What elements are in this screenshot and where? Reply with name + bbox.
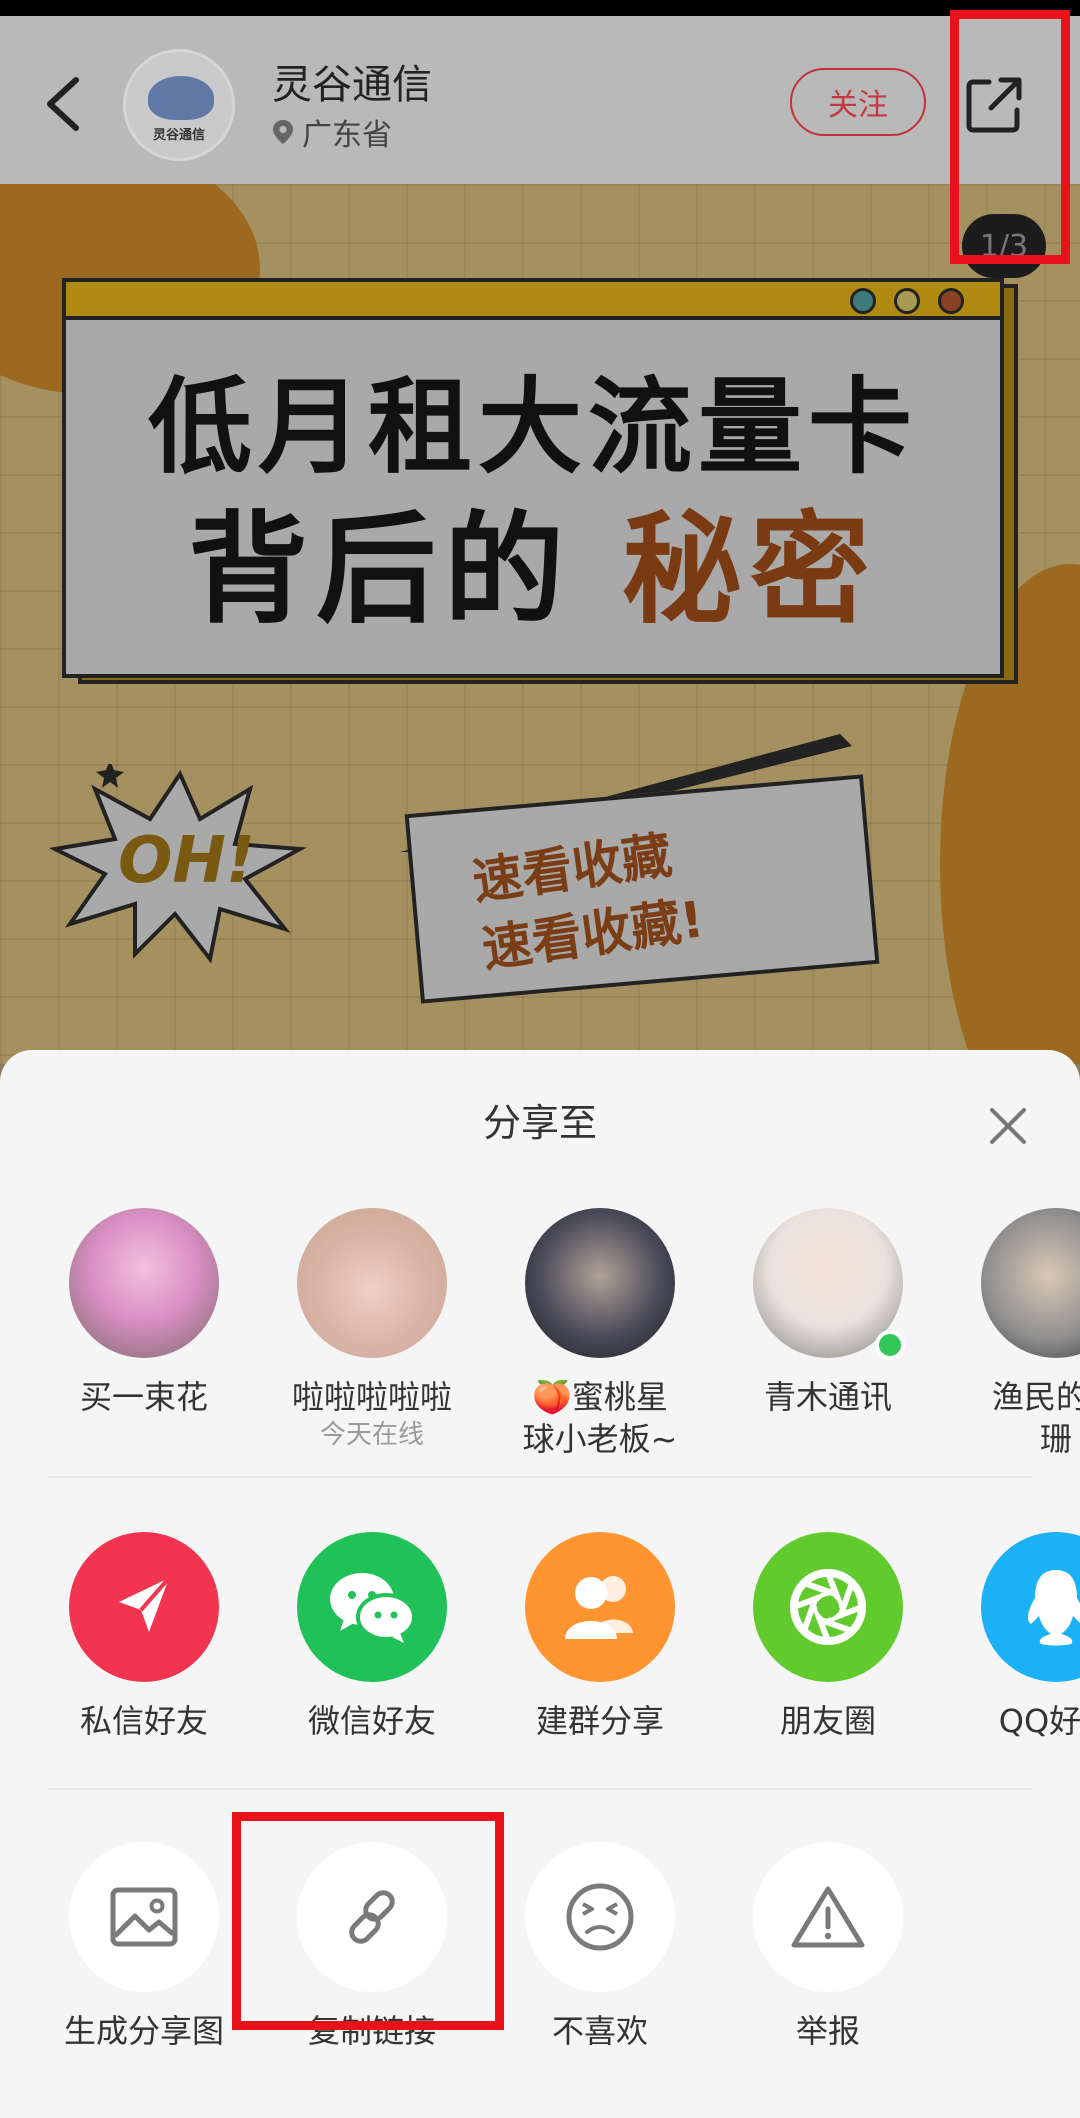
share-app-qq[interactable]: QQ好友: [942, 1532, 1080, 1742]
poster-note-text: 速看收藏 速看收藏!: [468, 818, 708, 984]
share-sheet: 分享至 买一束花 啦啦啦啦啦 今天在线 🍑蜜桃星 球小老板~ 青木通讯 渔民的 …: [0, 1050, 1080, 2118]
poster-title-accent: 秘密: [621, 501, 878, 640]
annotation-highlight-copy-link: [232, 1812, 504, 2030]
online-status-dot: [875, 1330, 905, 1360]
annotation-highlight-share: [950, 10, 1070, 264]
group-icon: [525, 1532, 675, 1682]
poster-board-bar: [66, 282, 1000, 320]
back-arrow-icon[interactable]: [40, 74, 88, 134]
contact-avatar: [297, 1208, 447, 1358]
shop-header: 灵谷通信 灵谷通信 广东省 关注: [0, 16, 1080, 184]
share-actions-row: 生成分享图 复制链接 不喜欢 举报: [0, 1842, 1080, 2118]
shop-avatar[interactable]: 灵谷通信: [123, 49, 235, 161]
qq-penguin-icon: [981, 1532, 1080, 1682]
warning-icon: [753, 1842, 903, 1992]
image-icon: [69, 1842, 219, 1992]
generate-share-image-button[interactable]: 生成分享图: [30, 1842, 258, 2052]
contact-online-status: 今天在线: [319, 1420, 424, 1450]
contact-avatar: [981, 1208, 1080, 1358]
share-app-label: QQ好友: [998, 1702, 1080, 1740]
poster-title-line2: 背后的 秘密: [66, 472, 1000, 646]
share-app-label: 朋友圈: [779, 1702, 876, 1740]
contact-avatar: [69, 1208, 219, 1358]
whale-logo-icon: [148, 76, 214, 120]
poster-title-line1: 低月租大流量卡: [147, 366, 918, 488]
contact-item[interactable]: 啦啦啦啦啦 今天在线: [258, 1208, 486, 1452]
contact-avatar: [525, 1208, 675, 1358]
contact-name: 啦啦啦啦啦: [291, 1378, 452, 1416]
poster-note-card: 速看收藏 速看收藏!: [404, 774, 880, 1004]
follow-button[interactable]: 关注: [790, 68, 926, 136]
contact-item[interactable]: 渔民的开 珊: [942, 1208, 1080, 1460]
action-label: 举报: [795, 2012, 860, 2050]
contact-name: 买一束花: [79, 1378, 208, 1416]
status-bar: [0, 0, 1080, 16]
decor-dot: [850, 288, 876, 314]
share-app-wechat[interactable]: 微信好友: [258, 1532, 486, 1742]
action-label: 不喜欢: [551, 2012, 648, 2050]
poster-board: 低月租大流量卡 背后的 秘密: [62, 278, 1004, 678]
share-sheet-title: 分享至: [482, 1101, 597, 1145]
paper-plane-icon: [69, 1532, 219, 1682]
share-app-label: 建群分享: [535, 1702, 664, 1740]
decor-dot: [938, 288, 964, 314]
share-apps-row: 私信好友 微信好友 建群分享 朋友圈 QQ好: [0, 1532, 1080, 1812]
divider: [48, 1476, 1032, 1478]
contact-name: 青木通讯: [763, 1378, 892, 1416]
contact-name-line1: 🍑蜜桃星: [532, 1378, 668, 1416]
action-label: 生成分享图: [63, 2012, 224, 2050]
location-text: 广东省: [302, 118, 392, 153]
share-app-label: 微信好友: [307, 1702, 436, 1740]
product-poster-image[interactable]: 低月租大流量卡 背后的 秘密 OH! 速看收藏 速看收藏!: [0, 184, 1080, 1064]
contact-name-line2: 球小老板~: [522, 1420, 678, 1458]
shop-name[interactable]: 灵谷通信: [272, 52, 432, 110]
aperture-icon: [753, 1532, 903, 1682]
dislike-face-icon: [525, 1842, 675, 1992]
divider: [48, 1788, 1032, 1790]
contact-name: 渔民的开 珊: [942, 1376, 1080, 1460]
contact-name: 🍑蜜桃星 球小老板~: [486, 1376, 714, 1460]
dislike-button[interactable]: 不喜欢: [486, 1842, 714, 2052]
oh-badge-text: OH!: [118, 824, 256, 898]
share-app-group[interactable]: 建群分享: [486, 1532, 714, 1742]
contact-name-line1: 渔民的开: [991, 1378, 1080, 1416]
contacts-row: 买一束花 啦啦啦啦啦 今天在线 🍑蜜桃星 球小老板~ 青木通讯 渔民的开: [0, 1208, 1080, 1488]
close-icon[interactable]: [984, 1102, 1032, 1150]
location-pin-icon: [273, 120, 293, 144]
share-app-private-message[interactable]: 私信好友: [30, 1532, 258, 1742]
share-app-label: 私信好友: [79, 1702, 208, 1740]
report-button[interactable]: 举报: [714, 1842, 942, 2052]
poster-title-prefix: 背后的: [188, 501, 573, 640]
contact-item[interactable]: 青木通讯: [714, 1208, 942, 1418]
wechat-icon: [297, 1532, 447, 1682]
contact-item[interactable]: 🍑蜜桃星 球小老板~: [486, 1208, 714, 1460]
decor-dot: [894, 288, 920, 314]
shop-location: 广东省: [272, 110, 392, 154]
avatar-logo-text: 灵谷通信: [152, 128, 205, 143]
share-app-moments[interactable]: 朋友圈: [714, 1532, 942, 1742]
contact-name-line2: 珊: [1039, 1420, 1072, 1458]
contact-item[interactable]: 买一束花: [30, 1208, 258, 1418]
